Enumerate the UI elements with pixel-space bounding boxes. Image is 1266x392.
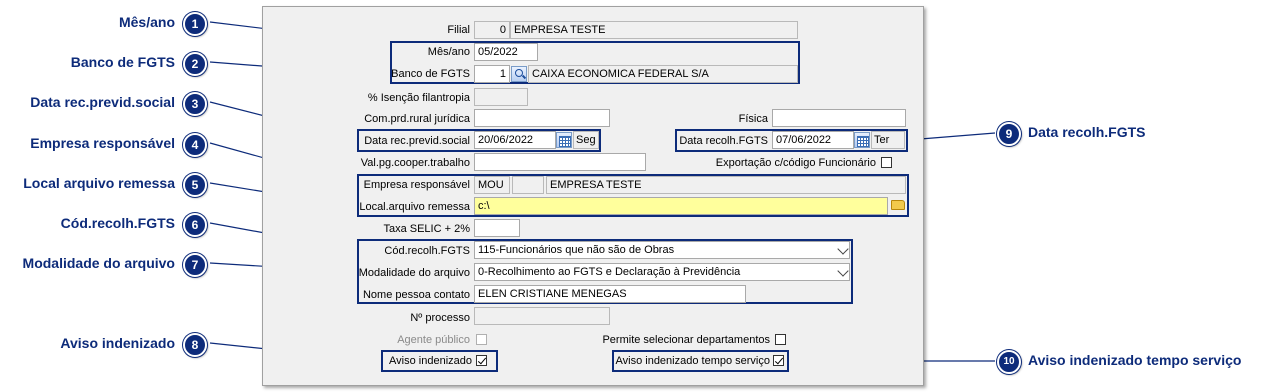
empresa-resp-label: Empresa responsável xyxy=(363,179,470,191)
calendar-icon[interactable] xyxy=(556,132,572,148)
callout-badge-4: 4 xyxy=(183,133,207,157)
empresa-resp-blank-field xyxy=(512,176,544,194)
modalidade-value: 0-Recolhimento ao FGTS e Declaração à Pr… xyxy=(478,266,741,278)
aviso-indenizado-checkbox[interactable] xyxy=(476,355,487,366)
fisica-input[interactable] xyxy=(772,109,906,127)
val-pg-cooper-label: Val.pg.cooper.trabalho xyxy=(360,157,470,169)
com-prd-rural-input[interactable] xyxy=(474,109,610,127)
data-recolh-fgts-label: Data recolh.FGTS xyxy=(679,135,768,147)
taxa-selic-label: Taxa SELIC + 2% xyxy=(383,223,470,235)
agente-publico-label: Agente público xyxy=(397,334,470,346)
empresa-resp-code-field[interactable]: MOU xyxy=(474,176,510,194)
local-arquivo-label: Local.arquivo remessa xyxy=(359,201,470,213)
cod-recolh-value: 115-Funcionários que não são de Obras xyxy=(478,244,675,256)
chevron-down-icon[interactable] xyxy=(837,243,849,255)
nro-processo-input[interactable] xyxy=(474,307,610,325)
callout-badge-2: 2 xyxy=(183,52,207,76)
permite-depto-label: Permite selecionar departamentos xyxy=(602,334,770,346)
agente-publico-checkbox[interactable] xyxy=(476,334,487,345)
callout-label-7: Modalidade do arquivo xyxy=(22,255,175,271)
filial-name-field: EMPRESA TESTE xyxy=(510,21,798,39)
calendar-icon[interactable] xyxy=(854,132,870,148)
modalidade-label: Modalidade do arquivo xyxy=(358,267,470,279)
callout-badge-5: 5 xyxy=(183,173,207,197)
callout-badge-10: 10 xyxy=(997,350,1021,374)
aviso-tempo-checkbox[interactable] xyxy=(773,355,784,366)
data-rec-previd-input[interactable]: 20/06/2022 xyxy=(474,131,556,149)
filial-label: Filial xyxy=(447,24,470,36)
isencao-input[interactable] xyxy=(474,88,528,106)
mes-ano-input[interactable]: 05/2022 xyxy=(474,43,538,61)
permite-depto-checkbox[interactable] xyxy=(775,334,786,345)
callout-label-9: Data recolh.FGTS xyxy=(1028,124,1146,140)
folder-icon[interactable] xyxy=(891,200,905,210)
banco-fgts-label: Banco de FGTS xyxy=(391,68,470,80)
exportacao-label: Exportação c/código Funcionário xyxy=(715,157,876,169)
aviso-tempo-label: Aviso indenizado tempo serviço xyxy=(615,355,771,367)
cod-recolh-select[interactable]: 115-Funcionários que não são de Obras xyxy=(474,241,850,259)
callout-badge-6: 6 xyxy=(183,213,207,237)
modalidade-select[interactable]: 0-Recolhimento ao FGTS e Declaração à Pr… xyxy=(474,263,850,281)
cod-recolh-label: Cód.recolh.FGTS xyxy=(384,245,470,257)
callout-badge-3: 3 xyxy=(183,92,207,116)
val-pg-cooper-input[interactable] xyxy=(474,153,646,171)
callout-label-10: Aviso indenizado tempo serviço xyxy=(1028,352,1242,368)
banco-fgts-code-input[interactable]: 1 xyxy=(474,65,510,83)
search-icon[interactable] xyxy=(511,66,527,82)
fisica-label: Física xyxy=(738,113,768,125)
callout-badge-9: 9 xyxy=(997,122,1021,146)
callout-label-6: Cód.recolh.FGTS xyxy=(60,215,175,231)
callout-badge-8: 8 xyxy=(183,333,207,357)
chevron-down-icon[interactable] xyxy=(837,265,849,277)
callout-badge-7: 7 xyxy=(183,253,207,277)
mes-ano-label: Mês/ano xyxy=(427,46,470,58)
data-rec-previd-weekday: Seg xyxy=(573,131,599,149)
banco-fgts-name-field: CAIXA ECONOMICA FEDERAL S/A xyxy=(528,65,798,83)
local-arquivo-input[interactable]: c:\ xyxy=(474,197,888,215)
callout-label-3: Data rec.previd.social xyxy=(30,94,175,110)
filial-code-field: 0 xyxy=(474,21,510,39)
callout-badge-1: 1 xyxy=(183,12,207,36)
isencao-label: % Isenção filantropia xyxy=(367,92,470,104)
callout-label-2: Banco de FGTS xyxy=(70,54,175,70)
aviso-indenizado-label: Aviso indenizado xyxy=(389,355,472,367)
exportacao-checkbox[interactable] xyxy=(881,157,892,168)
data-recolh-fgts-input[interactable]: 07/06/2022 xyxy=(772,131,854,149)
callout-label-4: Empresa responsável xyxy=(30,135,175,151)
data-rec-previd-label: Data rec.previd.social xyxy=(364,135,470,147)
callout-label-8: Aviso indenizado xyxy=(60,335,175,351)
taxa-selic-input[interactable] xyxy=(474,219,520,237)
nro-processo-label: Nº processo xyxy=(410,312,470,324)
com-prd-rural-label: Com.prd.rural jurídica xyxy=(364,113,470,125)
empresa-resp-name-field: EMPRESA TESTE xyxy=(546,176,906,194)
nome-contato-label: Nome pessoa contato xyxy=(362,289,470,301)
callout-label-1: Mês/ano xyxy=(118,14,175,30)
data-recolh-fgts-weekday: Ter xyxy=(871,131,905,149)
nome-contato-input[interactable]: ELEN CRISTIANE MENEGAS xyxy=(474,285,746,303)
callout-label-5: Local arquivo remessa xyxy=(23,175,175,191)
